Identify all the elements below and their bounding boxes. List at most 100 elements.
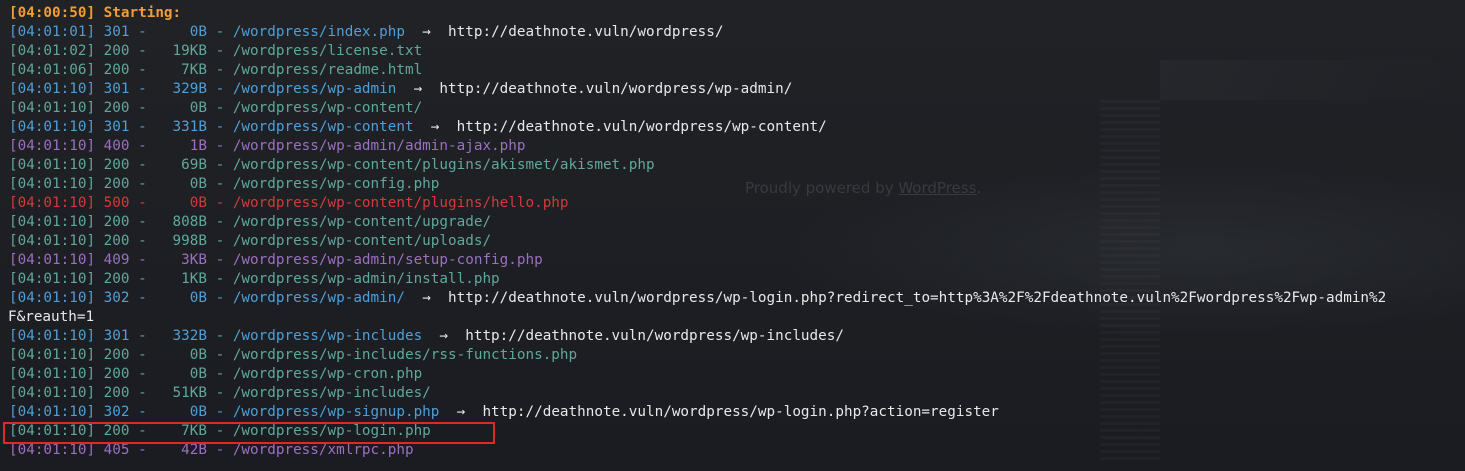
result-path: - /wordpress/wp-includes/rss-functions.p… — [207, 347, 578, 363]
result-path: - /wordpress/wp-admin/install.php — [207, 271, 500, 287]
result-status: 200 - — [95, 366, 164, 382]
terminal-window[interactable]: Proudly powered by WordPress. [04:00:50]… — [0, 0, 1465, 471]
result-status: 302 - — [95, 404, 164, 420]
result-size: 329B — [163, 81, 207, 97]
result-entry: [04:01:10] 405 - 42B - /wordpress/xmlrpc… — [9, 442, 414, 458]
result-entry: [04:01:10] 400 - 1B - /wordpress/wp-admi… — [9, 138, 525, 154]
result-size: 0B — [163, 100, 207, 116]
result-entry: [04:01:10] 301 - 329B - /wordpress/wp-ad… — [9, 81, 396, 97]
result-path: - /wordpress/wp-content/plugins/hello.ph… — [207, 195, 569, 211]
result-entry: [04:01:10] 301 - 332B - /wordpress/wp-in… — [9, 328, 422, 344]
result-status: 301 - — [95, 24, 164, 40]
result-path: - /wordpress/wp-signup.php — [207, 404, 440, 420]
redirect-url: http://deathnote.vuln/wordpress/wp-admin… — [439, 81, 793, 97]
result-path: - /wordpress/xmlrpc.php — [207, 442, 414, 458]
result-line: [04:01:06] 200 - 7KB - /wordpress/readme… — [9, 61, 1465, 80]
result-entry: [04:01:10] 500 - 0B - /wordpress/wp-cont… — [9, 195, 569, 211]
result-entry: [04:01:06] 200 - 7KB - /wordpress/readme… — [9, 62, 422, 78]
redirect-arrow-icon: → — [422, 328, 466, 344]
result-line: [04:01:10] 409 - 3KB - /wordpress/wp-adm… — [9, 251, 1465, 270]
result-status: 200 - — [95, 385, 164, 401]
result-line: [04:01:10] 302 - 0B - /wordpress/wp-admi… — [9, 289, 1465, 308]
result-size: 998B — [163, 233, 207, 249]
result-time: [04:01:10] — [9, 271, 96, 287]
result-status: 400 - — [95, 138, 164, 154]
result-time: [04:01:10] — [9, 119, 96, 135]
result-status: 200 - — [95, 43, 164, 59]
redirect-url: http://deathnote.vuln/wordpress/wp-login… — [482, 404, 999, 420]
redirect-url-continuation: F&reauth=1 — [8, 309, 95, 325]
result-line: [04:01:10] 200 - 998B - /wordpress/wp-co… — [9, 232, 1465, 251]
result-time: [04:01:10] — [9, 195, 96, 211]
result-line: [04:01:10] 302 - 0B - /wordpress/wp-sign… — [9, 403, 1465, 422]
result-time: [04:01:06] — [9, 62, 96, 78]
result-time: [04:01:02] — [9, 43, 96, 59]
result-time: [04:01:10] — [9, 442, 96, 458]
result-size: 3KB — [163, 252, 207, 268]
result-size: 331B — [163, 119, 207, 135]
result-line: [04:01:10] 400 - 1B - /wordpress/wp-admi… — [9, 137, 1465, 156]
result-path: - /wordpress/wp-admin/ — [207, 290, 405, 306]
redirect-url: http://deathnote.vuln/wordpress/wp-conte… — [456, 119, 827, 135]
result-entry: [04:01:01] 301 - 0B - /wordpress/index.p… — [9, 24, 405, 40]
result-status: 301 - — [95, 81, 164, 97]
result-entry: [04:01:10] 302 - 0B - /wordpress/wp-sign… — [9, 404, 439, 420]
result-line: [04:01:10] 301 - 331B - /wordpress/wp-co… — [9, 118, 1465, 137]
result-time: [04:01:10] — [9, 138, 96, 154]
result-size: 19KB — [163, 43, 207, 59]
result-line: [04:01:10] 200 - 0B - /wordpress/wp-conf… — [9, 175, 1465, 194]
redirect-url: http://deathnote.vuln/wordpress/wp-inclu… — [465, 328, 844, 344]
result-time: [04:01:10] — [9, 176, 96, 192]
result-line: [04:01:10] 200 - 0B - /wordpress/wp-cont… — [9, 99, 1465, 118]
result-size: 7KB — [163, 62, 207, 78]
result-path: - /wordpress/wp-admin/setup-config.php — [207, 252, 543, 268]
result-size: 0B — [163, 195, 207, 211]
result-entry: [04:01:10] 200 - 998B - /wordpress/wp-co… — [9, 233, 491, 249]
start-line: [04:00:50] Starting: — [9, 5, 182, 21]
result-time: [04:01:10] — [9, 328, 96, 344]
result-status: 200 - — [95, 100, 164, 116]
result-entry: [04:01:10] 302 - 0B - /wordpress/wp-admi… — [9, 290, 405, 306]
result-size: 332B — [163, 328, 207, 344]
result-line: [04:01:10] 200 - 1KB - /wordpress/wp-adm… — [9, 270, 1465, 289]
result-status: 200 - — [95, 157, 164, 173]
result-path: - /wordpress/wp-content/plugins/akismet/… — [207, 157, 655, 173]
redirect-url: http://deathnote.vuln/wordpress/ — [448, 24, 724, 40]
result-entry: [04:01:10] 200 - 0B - /wordpress/wp-cont… — [9, 100, 422, 116]
result-path: - /wordpress/wp-content/ — [207, 100, 423, 116]
result-time: [04:01:10] — [9, 100, 96, 116]
result-line: [04:01:10] 200 - 51KB - /wordpress/wp-in… — [9, 384, 1465, 403]
result-size: 1KB — [163, 271, 207, 287]
result-path: - /wordpress/wp-includes/ — [207, 385, 431, 401]
result-time: [04:01:10] — [9, 290, 96, 306]
result-entry: [04:01:10] 200 - 51KB - /wordpress/wp-in… — [9, 385, 431, 401]
redirect-arrow-icon: → — [404, 290, 449, 306]
result-entry: [04:01:10] 200 - 0B - /wordpress/wp-incl… — [9, 347, 577, 363]
redirect-arrow-icon: → — [404, 24, 449, 40]
result-entry: [04:01:10] 409 - 3KB - /wordpress/wp-adm… — [9, 252, 543, 268]
result-time: [04:01:10] — [9, 385, 96, 401]
result-time: [04:01:10] — [9, 404, 96, 420]
result-path: - /wordpress/index.php — [207, 24, 405, 40]
result-size: 69B — [163, 157, 207, 173]
result-line: [04:01:10] 301 - 329B - /wordpress/wp-ad… — [9, 80, 1465, 99]
result-path: - /wordpress/wp-content/uploads/ — [207, 233, 492, 249]
result-size: 808B — [163, 214, 207, 230]
result-size: 0B — [163, 290, 207, 306]
result-size: 51KB — [163, 385, 207, 401]
result-time: [04:01:10] — [9, 347, 96, 363]
result-status: 302 - — [95, 290, 164, 306]
result-entry: [04:01:10] 200 - 0B - /wordpress/wp-cron… — [9, 366, 422, 382]
result-status: 405 - — [95, 442, 164, 458]
result-line: [04:01:01] 301 - 0B - /wordpress/index.p… — [9, 23, 1465, 42]
output-lines: [04:00:50] Starting: [04:01:01] 301 - 0B… — [8, 4, 1465, 460]
result-path: - /wordpress/wp-content/upgrade/ — [207, 214, 492, 230]
result-size: 1B — [163, 138, 207, 154]
result-entry: [04:01:02] 200 - 19KB - /wordpress/licen… — [9, 43, 422, 59]
result-entry: [04:01:10] 301 - 331B - /wordpress/wp-co… — [9, 119, 414, 135]
result-status: 200 - — [95, 176, 164, 192]
result-status: 200 - — [95, 62, 164, 78]
result-path: - /wordpress/wp-cron.php — [207, 366, 423, 382]
result-entry: [04:01:10] 200 - 808B - /wordpress/wp-co… — [9, 214, 491, 230]
result-size: 0B — [163, 404, 207, 420]
